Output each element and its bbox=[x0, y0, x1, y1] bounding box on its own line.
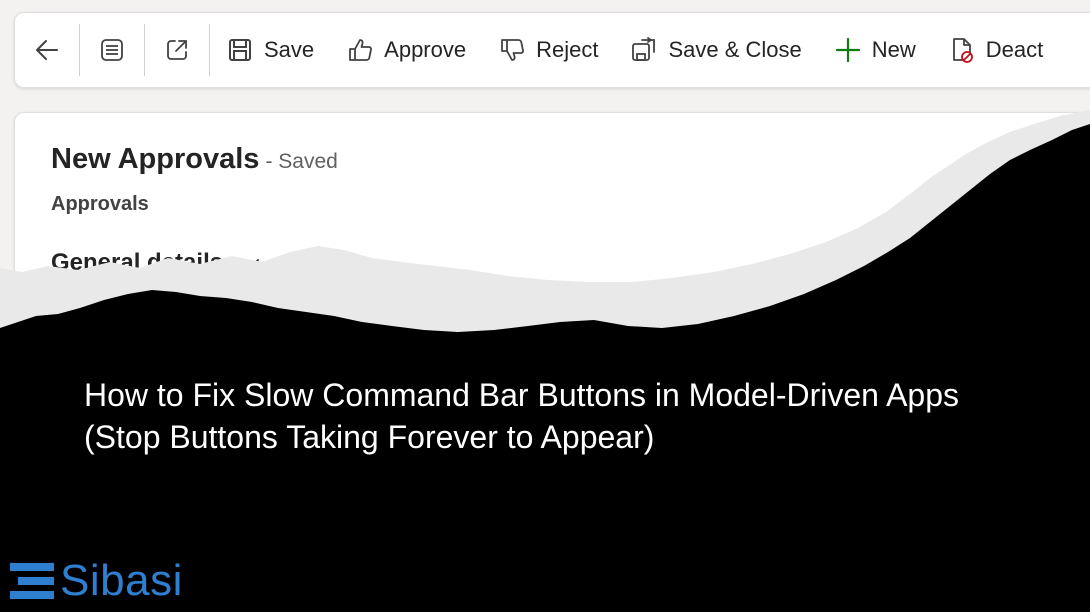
page: Save Approve Reject Save & Close New Dea… bbox=[0, 0, 1090, 612]
sibasi-logo-icon bbox=[10, 563, 54, 599]
torn-paper-overlay bbox=[0, 110, 1090, 612]
brand-logo: Sibasi bbox=[10, 558, 183, 604]
brand-name: Sibasi bbox=[60, 556, 183, 605]
article-headline: How to Fix Slow Command Bar Buttons in M… bbox=[84, 377, 960, 455]
